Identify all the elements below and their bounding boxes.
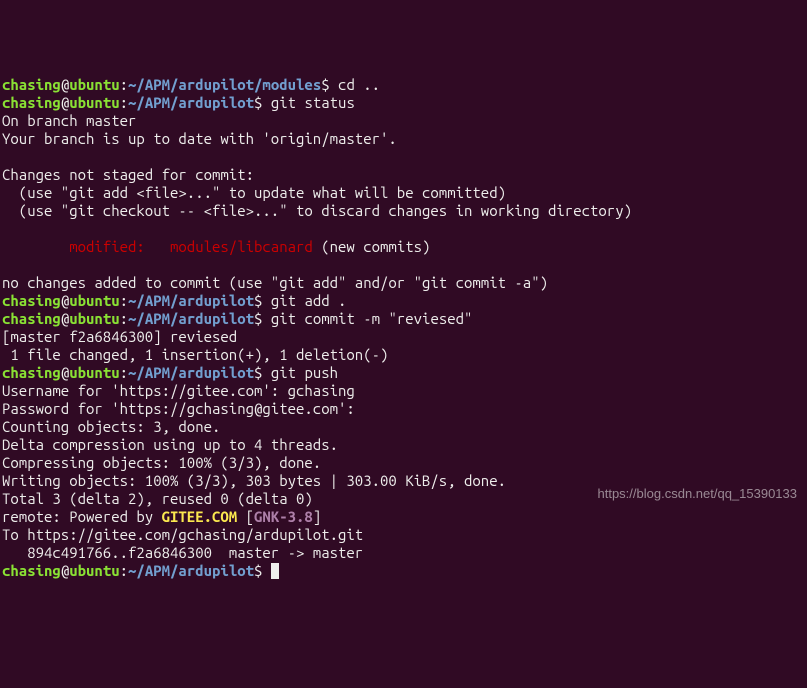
terminal-text: : xyxy=(120,94,128,111)
terminal-line: chasing@ubuntu:~/APM/ardupilot/modules$ … xyxy=(2,76,807,94)
terminal-text: Your branch is up to date with 'origin/m… xyxy=(2,130,397,147)
terminal-text: chasing xyxy=(2,562,61,579)
terminal-text: ~/APM/ardupilot xyxy=(128,310,254,327)
terminal-text: On branch master xyxy=(2,112,136,129)
terminal-line: chasing@ubuntu:~/APM/ardupilot$ git push xyxy=(2,364,807,382)
terminal-text: @ xyxy=(61,364,69,381)
terminal-text: no changes added to commit (use "git add… xyxy=(2,274,548,291)
terminal-text: ubuntu xyxy=(69,310,119,327)
terminal-text xyxy=(262,310,270,327)
terminal-text xyxy=(262,364,270,381)
terminal-line: Counting objects: 3, done. xyxy=(2,418,807,436)
terminal-text xyxy=(262,94,270,111)
terminal-line: chasing@ubuntu:~/APM/ardupilot$ git comm… xyxy=(2,310,807,328)
terminal-text: ubuntu xyxy=(69,76,119,93)
terminal-line: 1 file changed, 1 insertion(+), 1 deleti… xyxy=(2,346,807,364)
terminal-text: : xyxy=(120,562,128,579)
terminal-line: Changes not staged for commit: xyxy=(2,166,807,184)
terminal-line: Username for 'https://gitee.com': gchasi… xyxy=(2,382,807,400)
terminal-line: modified: modules/libcanard (new commits… xyxy=(2,238,807,256)
terminal-text: git add . xyxy=(271,292,347,309)
terminal-text: git push xyxy=(271,364,338,381)
terminal-text: (use "git checkout -- <file>..." to disc… xyxy=(2,202,632,219)
terminal-text: @ xyxy=(61,94,69,111)
terminal-text: Total 3 (delta 2), reused 0 (delta 0) xyxy=(2,490,313,507)
terminal-text: 894c491766..f2a6846300 master -> master xyxy=(2,544,363,561)
terminal-line: no changes added to commit (use "git add… xyxy=(2,274,807,292)
terminal-text: (use "git add <file>..." to update what … xyxy=(2,184,506,201)
terminal-text: ubuntu xyxy=(69,364,119,381)
terminal-text xyxy=(262,292,270,309)
terminal-text: @ xyxy=(61,310,69,327)
terminal-text: ~/APM/ardupilot xyxy=(128,562,254,579)
terminal-line: On branch master xyxy=(2,112,807,130)
terminal-line: (use "git checkout -- <file>..." to disc… xyxy=(2,202,807,220)
terminal-text: Delta compression using up to 4 threads. xyxy=(2,436,338,453)
terminal-text: ~/APM/ardupilot xyxy=(128,94,254,111)
terminal-text: ~/APM/ardupilot/modules xyxy=(128,76,321,93)
terminal-text: : xyxy=(120,76,128,93)
watermark: https://blog.csdn.net/qq_15390133 xyxy=(598,485,798,503)
terminal-line: chasing@ubuntu:~/APM/ardupilot$ xyxy=(2,562,807,580)
terminal-text: chasing xyxy=(2,292,61,309)
terminal-line: (use "git add <file>..." to update what … xyxy=(2,184,807,202)
terminal-line: chasing@ubuntu:~/APM/ardupilot$ git stat… xyxy=(2,94,807,112)
terminal-text: ~/APM/ardupilot xyxy=(128,364,254,381)
terminal-text: Password for 'https://gchasing@gitee.com… xyxy=(2,400,363,417)
terminal-text: Counting objects: 3, done. xyxy=(2,418,220,435)
terminal-text: 1 file changed, 1 insertion(+), 1 deleti… xyxy=(2,346,388,363)
terminal-text: To https://gitee.com/gchasing/ardupilot.… xyxy=(2,526,363,543)
terminal-line xyxy=(2,148,807,166)
terminal-text: modified: modules/libcanard xyxy=(2,238,313,255)
terminal-text: git status xyxy=(271,94,355,111)
terminal-text: (new commits) xyxy=(313,238,431,255)
terminal-text: $ xyxy=(321,76,329,93)
terminal-text: @ xyxy=(61,562,69,579)
terminal-text xyxy=(262,562,270,579)
terminal-text: ubuntu xyxy=(69,562,119,579)
terminal-text: chasing xyxy=(2,310,61,327)
terminal-line: 894c491766..f2a6846300 master -> master xyxy=(2,544,807,562)
cursor xyxy=(271,563,279,579)
terminal[interactable]: chasing@ubuntu:~/APM/ardupilot/modules$ … xyxy=(2,76,807,580)
terminal-line: Your branch is up to date with 'origin/m… xyxy=(2,130,807,148)
terminal-text: Username for 'https://gitee.com': gchasi… xyxy=(2,382,355,399)
terminal-text: $ xyxy=(254,562,262,579)
terminal-line: Compressing objects: 100% (3/3), done. xyxy=(2,454,807,472)
terminal-line: Password for 'https://gchasing@gitee.com… xyxy=(2,400,807,418)
terminal-text: : xyxy=(120,364,128,381)
terminal-text: : xyxy=(120,292,128,309)
terminal-line: Delta compression using up to 4 threads. xyxy=(2,436,807,454)
terminal-line: To https://gitee.com/gchasing/ardupilot.… xyxy=(2,526,807,544)
terminal-text: ubuntu xyxy=(69,292,119,309)
terminal-text: chasing xyxy=(2,94,61,111)
terminal-text: Changes not staged for commit: xyxy=(2,166,254,183)
terminal-text: @ xyxy=(61,76,69,93)
terminal-text: cd .. xyxy=(338,76,380,93)
terminal-line xyxy=(2,220,807,238)
terminal-text: : xyxy=(120,310,128,327)
terminal-text: git commit -m "reviesed" xyxy=(271,310,473,327)
terminal-text: ubuntu xyxy=(69,94,119,111)
terminal-text xyxy=(330,76,338,93)
terminal-line xyxy=(2,256,807,274)
terminal-text: @ xyxy=(61,292,69,309)
terminal-line: [master f2a6846300] reviesed xyxy=(2,328,807,346)
terminal-text: ~/APM/ardupilot xyxy=(128,292,254,309)
terminal-text: chasing xyxy=(2,76,61,93)
terminal-text: [master f2a6846300] reviesed xyxy=(2,328,237,345)
terminal-text: Compressing objects: 100% (3/3), done. xyxy=(2,454,321,471)
terminal-text: chasing xyxy=(2,364,61,381)
terminal-line: chasing@ubuntu:~/APM/ardupilot$ git add … xyxy=(2,292,807,310)
terminal-text: Writing objects: 100% (3/3), 303 bytes |… xyxy=(2,472,506,489)
